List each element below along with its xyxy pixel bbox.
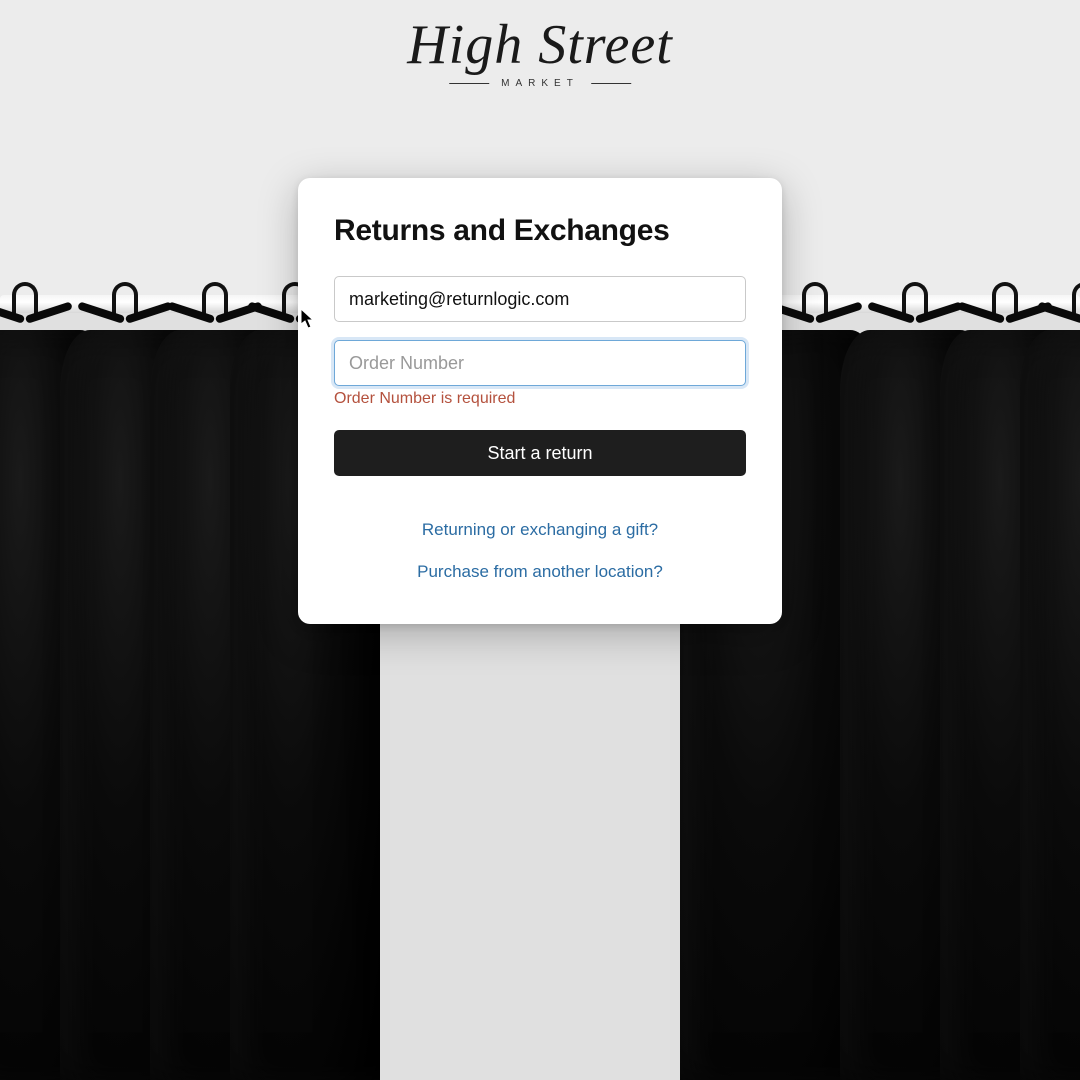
card-title: Returns and Exchanges (334, 214, 746, 248)
email-field[interactable] (334, 276, 746, 322)
order-number-error: Order Number is required (334, 390, 746, 408)
garment (1020, 330, 1080, 1080)
other-location-link[interactable]: Purchase from another location? (417, 562, 663, 581)
order-number-field[interactable] (334, 340, 746, 386)
gift-return-link[interactable]: Returning or exchanging a gift? (422, 520, 658, 539)
returns-card: Returns and Exchanges Order Number is re… (298, 178, 782, 624)
start-return-button[interactable]: Start a return (334, 430, 746, 476)
brand-logo: High Street MARKET (407, 20, 673, 89)
brand-logo-sub: MARKET (407, 78, 673, 89)
brand-logo-script: High Street (407, 20, 673, 70)
